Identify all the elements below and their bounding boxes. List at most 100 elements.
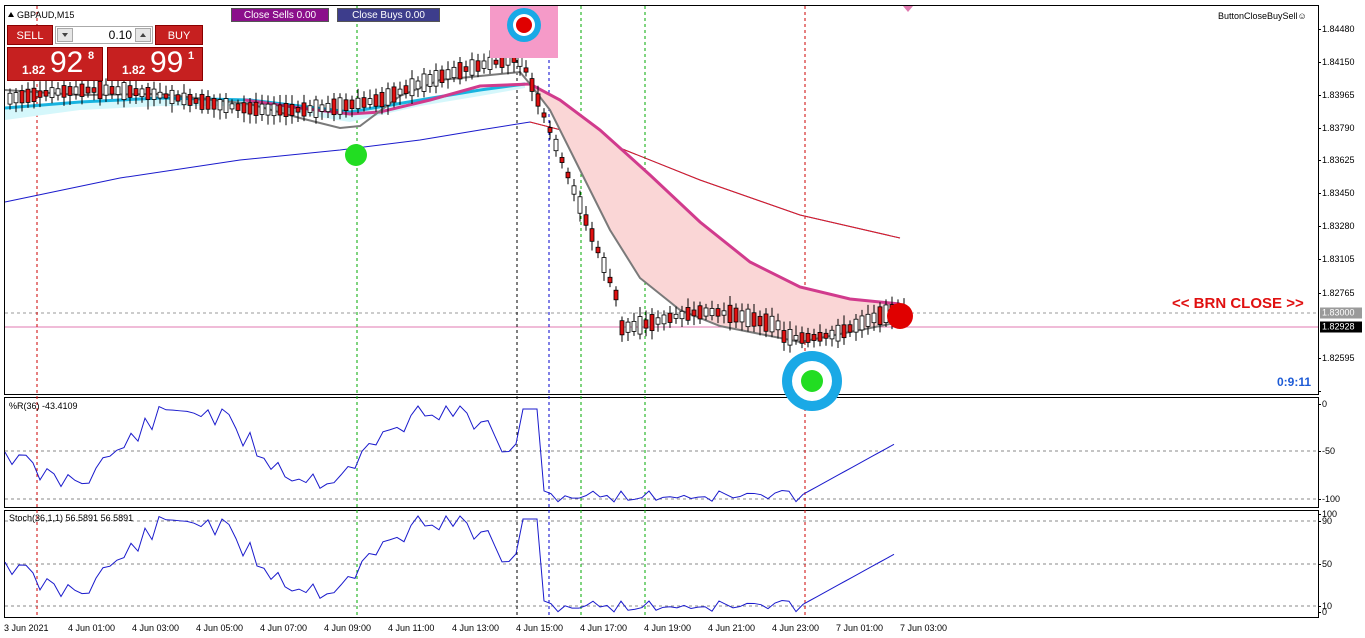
time-label: 4 Jun 01:00 — [68, 623, 116, 633]
candle-body — [463, 66, 469, 72]
lot-value[interactable]: 0.10 — [76, 28, 132, 42]
lot-decrease-icon[interactable] — [57, 28, 73, 42]
time-label: 4 Jun 11:00 — [388, 623, 435, 633]
mt4-chart-window: GBPAUD,M15 Close Sells 0.00 Close Buys 0… — [0, 0, 1365, 638]
stoch-tick: 0 — [1317, 607, 1328, 617]
candle-body — [673, 313, 679, 319]
candle-body — [247, 102, 253, 115]
candle-body — [535, 93, 541, 107]
candle-body — [85, 86, 91, 94]
candle-body — [295, 106, 301, 113]
buy-price-pips: 99 — [150, 46, 184, 79]
candle-body — [67, 86, 73, 96]
candle-body — [691, 309, 697, 317]
candle-body — [235, 103, 241, 111]
candle-body — [577, 196, 583, 214]
candle-body — [241, 102, 247, 114]
candle-body — [469, 59, 475, 76]
time-label: 4 Jun 21:00 — [708, 623, 756, 633]
candle-body — [775, 320, 781, 331]
candle-body — [19, 90, 25, 104]
candle-body — [49, 87, 55, 98]
price-tick: 1.84480 — [1318, 24, 1355, 34]
time-label: 4 Jun 19:00 — [644, 623, 692, 633]
candle-body — [613, 289, 619, 301]
price-tick: 1.83280 — [1318, 221, 1355, 231]
candle-body — [787, 329, 793, 346]
sell-price-prefix: 1.82 — [22, 63, 46, 77]
lot-increase-icon[interactable] — [135, 28, 151, 42]
candle-body — [523, 67, 529, 73]
candle-body — [151, 88, 157, 100]
candle-body — [445, 69, 451, 80]
price-level-tag: 1.83000 — [1320, 307, 1362, 319]
candle-body — [391, 86, 397, 103]
close-signal-dot — [887, 303, 913, 329]
price-tick: 1.83965 — [1318, 90, 1355, 100]
candle-body — [595, 246, 601, 254]
one-click-trading-panel: SELL 0.10 BUY 1.82 92 8 1.82 99 1 — [7, 25, 203, 81]
candle-body — [661, 314, 667, 325]
close-buys-button[interactable]: Close Buys 0.00 — [337, 8, 440, 22]
brn-close-label: << BRN CLOSE >> — [1172, 295, 1304, 312]
candle-body — [439, 69, 445, 83]
time-label: 4 Jun 05:00 — [196, 623, 244, 633]
candle-body — [55, 88, 61, 96]
candle-body — [697, 305, 703, 320]
candle-body — [409, 78, 415, 97]
wpr-tick: -50 — [1317, 446, 1336, 456]
candle-body — [865, 313, 871, 327]
candle-body — [811, 334, 817, 341]
candle-body — [217, 99, 223, 111]
smiley-icon: ☺ — [1297, 11, 1307, 21]
candle-body — [649, 314, 655, 332]
candle-body — [223, 98, 229, 113]
candle-body — [307, 105, 313, 113]
candle-body — [103, 84, 109, 96]
long-ma-blue — [4, 121, 901, 239]
candle-body — [229, 103, 235, 110]
sell-price-button[interactable]: 1.82 92 8 — [7, 46, 103, 81]
sell-button[interactable]: SELL — [7, 25, 53, 45]
candle-body — [79, 83, 85, 97]
close-sells-button[interactable]: Close Sells 0.00 — [231, 8, 329, 22]
ea-name: ButtonCloseBuySell — [1218, 11, 1298, 21]
candle-body — [157, 91, 163, 99]
price-tick: 1.83625 — [1318, 155, 1355, 165]
price-tick: 1.82595 — [1318, 353, 1355, 363]
candle-body — [139, 88, 145, 98]
candle-body — [643, 319, 649, 329]
candle-body — [805, 332, 811, 343]
stoch-label: Stoch(36,1,1) 56.5891 56.5891 — [9, 513, 134, 523]
candle-body — [487, 56, 493, 70]
candle-body — [667, 312, 673, 323]
candle-body — [427, 74, 433, 87]
candle-body — [97, 80, 103, 100]
candle-body — [421, 73, 427, 92]
candle-body — [337, 97, 343, 115]
sell-price-pips: 92 — [50, 46, 84, 79]
candle-body — [547, 127, 553, 133]
candle-body — [325, 102, 331, 113]
candle-body — [403, 85, 409, 94]
candle-body — [637, 316, 643, 335]
sell-signal-dot — [516, 17, 532, 33]
lot-size-input[interactable]: 0.10 — [55, 26, 153, 44]
candle-body — [601, 257, 607, 273]
candle-body — [283, 103, 289, 117]
candle-body — [31, 87, 37, 103]
candle-body — [253, 101, 259, 116]
candle-body — [553, 138, 559, 152]
candle-body — [91, 87, 97, 93]
candle-body — [847, 324, 853, 333]
buy-price-button[interactable]: 1.82 99 1 — [107, 46, 203, 81]
buy-button[interactable]: BUY — [155, 25, 203, 45]
candle-body — [379, 91, 385, 108]
candle-body — [607, 276, 613, 284]
time-axis[interactable]: 3 Jun 2021 4 Jun 01:00 4 Jun 03:00 4 Jun… — [0, 619, 1365, 638]
candle-body — [319, 104, 325, 112]
time-label: 7 Jun 01:00 — [836, 623, 884, 633]
candle-body — [751, 312, 757, 327]
candle-body — [451, 66, 457, 79]
time-label: 4 Jun 13:00 — [452, 623, 500, 633]
